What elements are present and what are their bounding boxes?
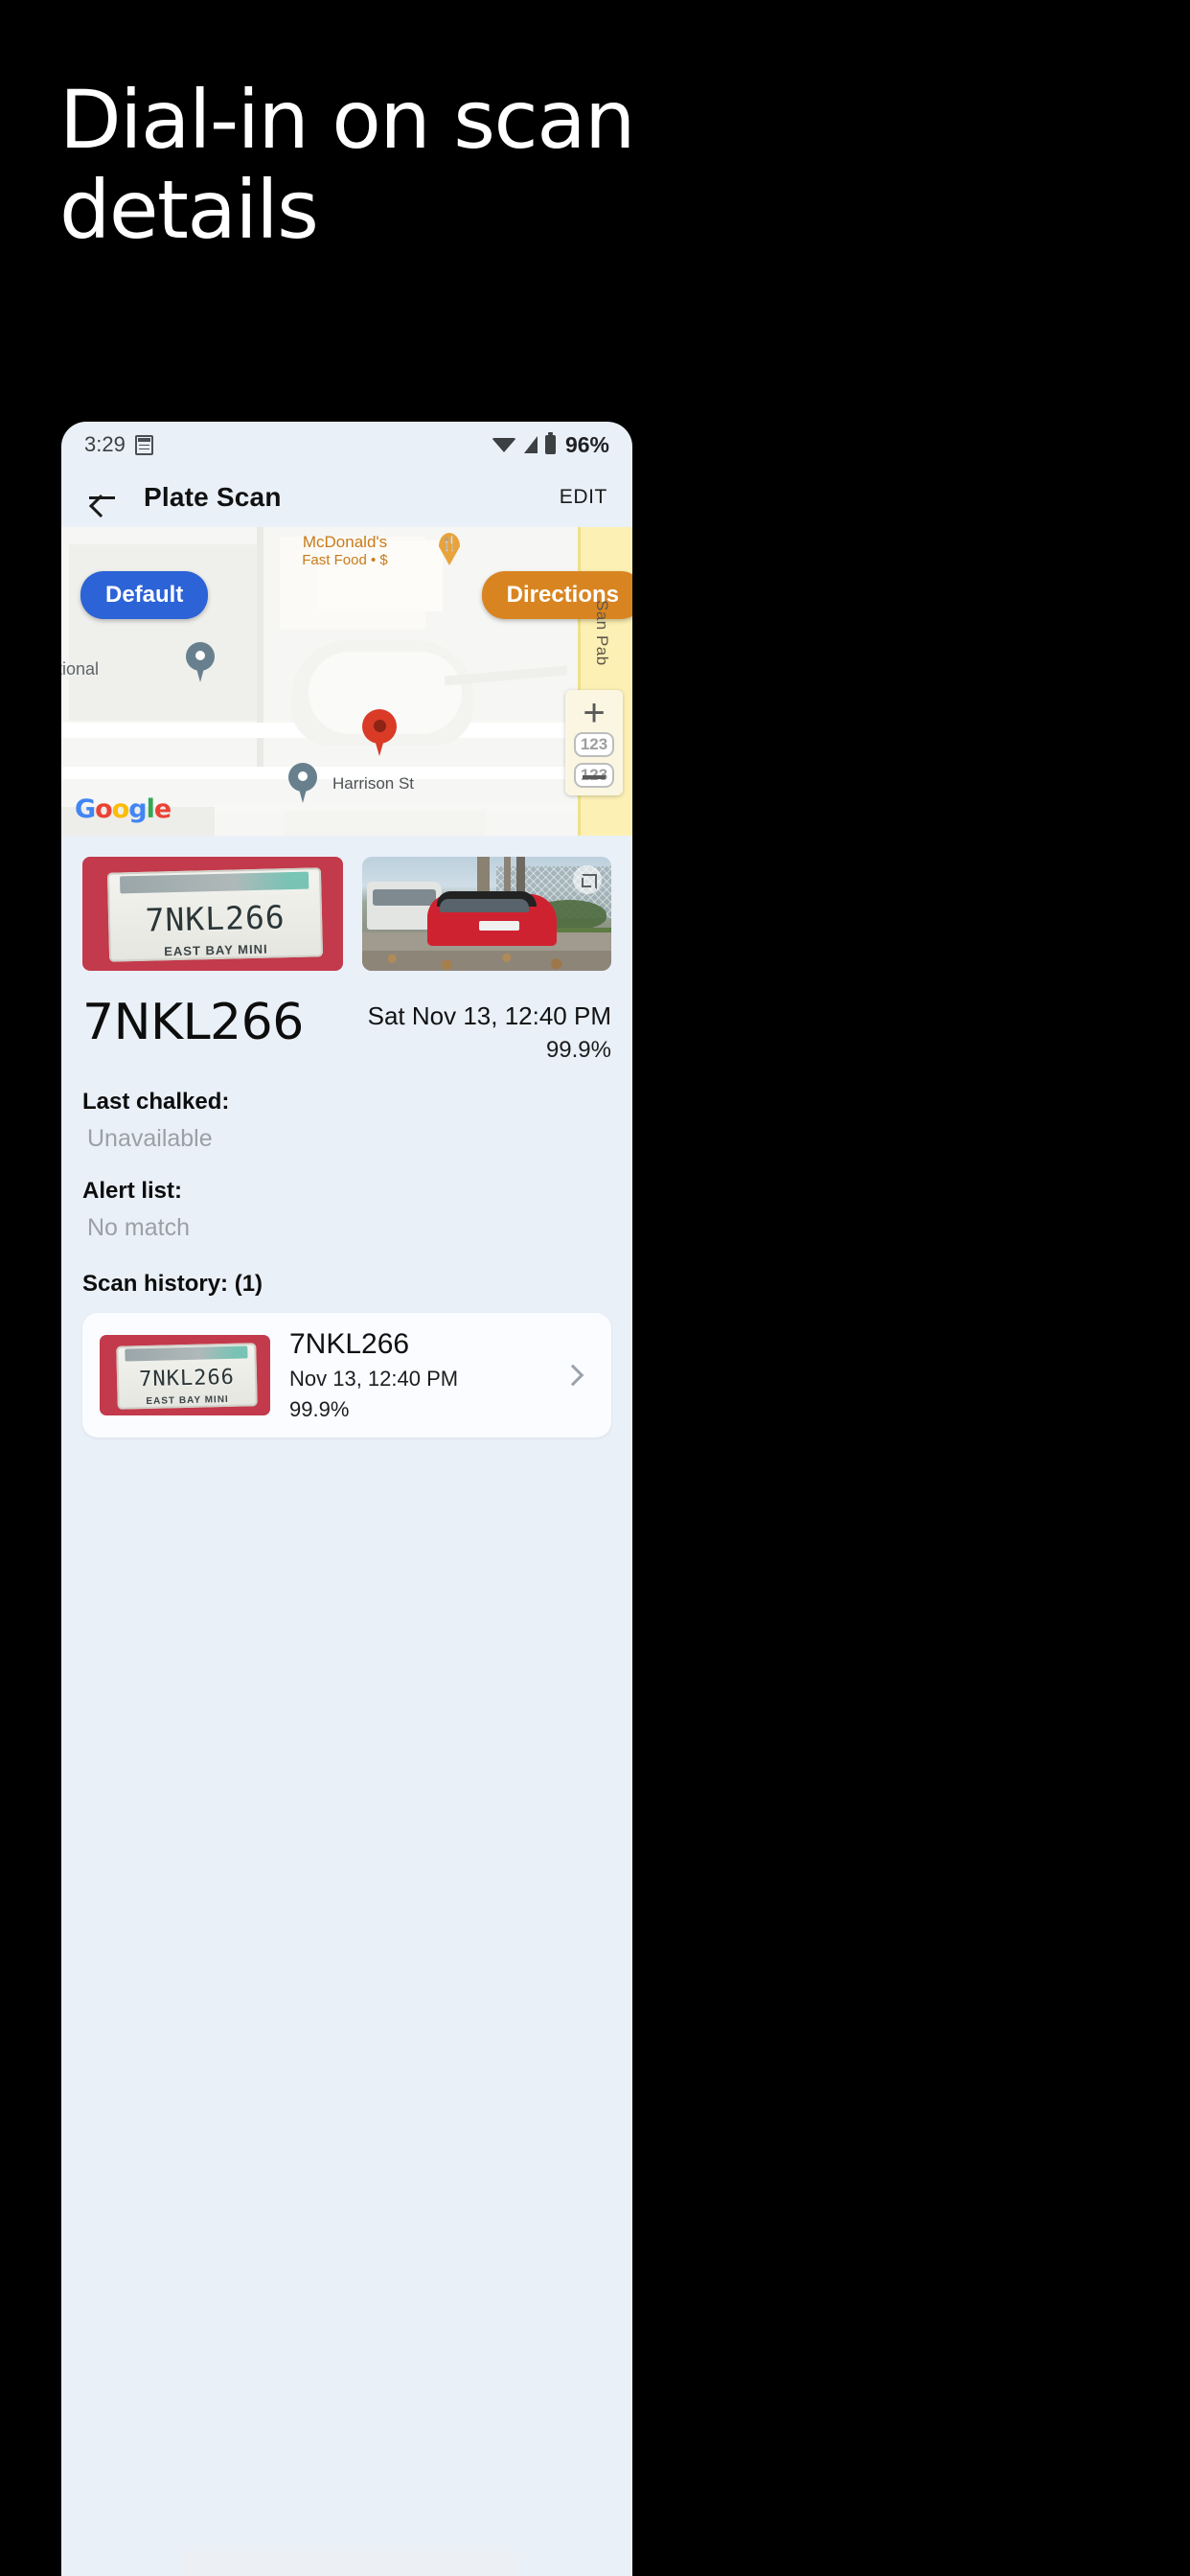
calendar-icon	[134, 434, 153, 455]
field-last-chalked: Last chalked: Unavailable	[82, 1089, 611, 1153]
map-poi-mcdonalds: McDonald's Fast Food • $	[249, 533, 441, 569]
map-pin-scan-location[interactable]	[362, 709, 397, 759]
vehicle-photo[interactable]	[362, 857, 611, 971]
highway-shield-123: 123	[574, 732, 614, 757]
history-thumb-plate-text: 7NKL266	[138, 1366, 236, 1392]
page-title: Plate Scan	[144, 482, 282, 512]
google-attribution: Google	[75, 794, 172, 824]
google-letter: l	[146, 794, 155, 824]
google-letter: G	[75, 794, 96, 824]
app-bar: Plate Scan EDIT	[61, 468, 632, 527]
promo-headline: Dial-in on scan details	[59, 73, 635, 258]
scan-timestamp: Sat Nov 13, 12:40 PM	[367, 1001, 611, 1030]
bottom-partial-element	[179, 2551, 515, 2576]
history-thumb-frame-text: EAST BAY MINI	[146, 1394, 229, 1408]
chevron-right-icon[interactable]	[561, 1364, 584, 1387]
scan-history-label: Scan history: (1)	[82, 1271, 263, 1297]
zoom-in-button[interactable]: +	[583, 694, 605, 732]
history-item-plate: 7NKL266	[289, 1328, 410, 1360]
default-button[interactable]: Default	[80, 571, 209, 619]
license-plate-photo[interactable]: 7NKL266 EAST BAY MINI	[82, 857, 343, 971]
status-bar: 3:29 96%	[61, 422, 632, 468]
wifi-icon	[491, 437, 516, 452]
field-alert-list: Alert list: No match	[82, 1178, 611, 1242]
poi-subtitle: Fast Food • $	[302, 552, 388, 569]
history-item-confidence: 99.9%	[289, 1397, 350, 1421]
field-label: Alert list:	[82, 1178, 183, 1204]
map-view[interactable]: McDonald's Fast Food • $ Default Directi…	[61, 527, 632, 836]
cell-signal-icon	[523, 436, 538, 453]
scan-details: 7NKL266 EAST BAY MINI 7NKL266 Sat Nov 13…	[61, 836, 632, 1438]
zoom-out-button[interactable]: 123	[574, 763, 614, 788]
battery-icon	[544, 432, 556, 454]
scan-thumbnails: 7NKL266 EAST BAY MINI	[82, 857, 611, 971]
map-pin-secondary[interactable]	[186, 642, 215, 682]
scan-plate-number: 7NKL266	[82, 994, 304, 1051]
history-item-text: 7NKL266 Nov 13, 12:40 PM 99.9%	[289, 1328, 546, 1422]
field-value: Unavailable	[87, 1125, 213, 1152]
google-letter: o	[111, 794, 130, 824]
phone-mockup: 3:29 96% Plate Scan EDIT McDonald's Fast…	[61, 422, 632, 2576]
history-thumbnail: 7NKL266 EAST BAY MINI	[100, 1335, 270, 1415]
expand-icon[interactable]	[573, 865, 602, 894]
field-label: Last chalked:	[82, 1089, 230, 1115]
plate-frame-text: EAST BAY MINI	[164, 941, 268, 959]
scan-confidence: 99.9%	[545, 1037, 611, 1063]
poi-name: McDonald's	[302, 533, 388, 551]
status-time: 3:29	[84, 432, 126, 456]
map-pin-secondary[interactable]	[288, 763, 317, 803]
google-letter: o	[95, 794, 113, 824]
scan-history-item[interactable]: 7NKL266 EAST BAY MINI 7NKL266 Nov 13, 12…	[82, 1313, 611, 1438]
back-arrow-icon[interactable]	[86, 481, 119, 514]
map-label-san-pablo: San Pab	[593, 600, 611, 666]
map-zoom-controls[interactable]: + 123 123	[565, 690, 623, 795]
battery-percent: 96%	[564, 431, 609, 457]
plate-photo-text: 7NKL266	[145, 898, 286, 939]
scan-summary: 7NKL266 Sat Nov 13, 12:40 PM 99.9%	[82, 994, 611, 1064]
google-letter: g	[128, 794, 147, 824]
field-value: No match	[87, 1214, 190, 1241]
map-label-harrison-st: Harrison St	[332, 774, 415, 793]
edit-button[interactable]: EDIT	[560, 486, 607, 509]
map-label-partial: tional	[61, 659, 100, 678]
google-letter: e	[153, 794, 172, 824]
history-item-date: Nov 13, 12:40 PM	[289, 1367, 459, 1391]
